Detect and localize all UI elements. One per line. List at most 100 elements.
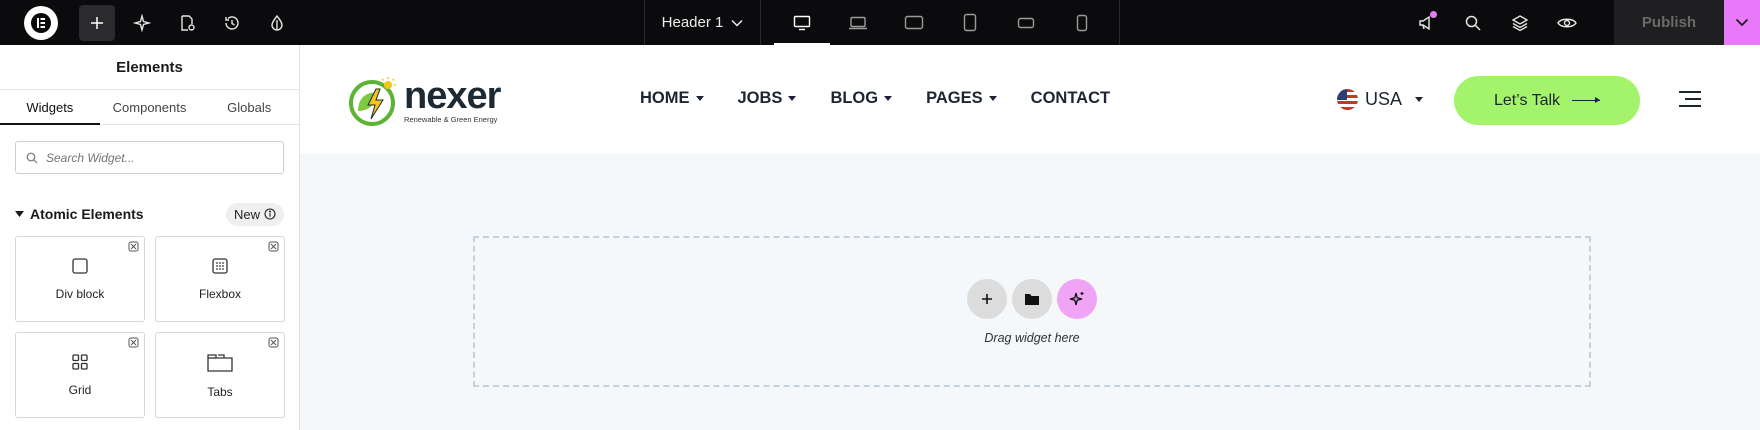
sparkle-icon xyxy=(1069,291,1084,305)
search-icon[interactable] xyxy=(1455,5,1491,41)
caret-down-icon xyxy=(15,211,24,217)
site-nav: HOME JOBS BLOG PAGES CONTACT xyxy=(640,89,1144,108)
notification-dot xyxy=(1430,10,1437,18)
square-icon xyxy=(72,258,88,274)
tabs-icon xyxy=(207,354,233,372)
grid-icon xyxy=(72,354,88,370)
tab-widgets[interactable]: Widgets xyxy=(0,90,100,125)
caret-down-icon xyxy=(884,96,893,101)
pro-lock-icon xyxy=(128,337,139,348)
search-icon xyxy=(26,152,38,163)
site-header[interactable]: nexer Renewable & Green Energy HOME JOBS… xyxy=(300,45,1760,154)
device-switcher xyxy=(760,0,1120,45)
section-title: Atomic Elements xyxy=(15,206,144,222)
atomic-elements-header[interactable]: Atomic Elements New xyxy=(15,202,284,226)
editor-canvas: nexer Renewable & Green Energy HOME JOBS… xyxy=(300,45,1760,430)
new-badge: New xyxy=(225,202,284,226)
arrow-right-icon xyxy=(1572,97,1601,103)
top-bar-left xyxy=(0,4,295,41)
widget-label: Div block xyxy=(55,287,105,301)
device-tablet-landscape-icon[interactable] xyxy=(886,0,942,45)
publish-options-button[interactable] xyxy=(1724,0,1760,45)
nav-label: JOBS xyxy=(737,89,783,107)
plus-icon xyxy=(982,293,992,304)
widget-label: Flexbox xyxy=(198,287,242,301)
section-title-text: Atomic Elements xyxy=(30,206,144,222)
brand-text: nexer Renewable & Green Energy xyxy=(404,74,501,124)
language-selector[interactable]: USA xyxy=(1337,89,1424,110)
leaf-bolt-logo-icon xyxy=(349,77,396,126)
widget-label: Grid xyxy=(68,383,92,397)
widget-grid-item[interactable]: Grid xyxy=(15,332,145,418)
widget-search xyxy=(15,141,284,174)
lets-talk-button[interactable]: Let’s Talk xyxy=(1454,76,1640,125)
caret-down-icon xyxy=(988,96,997,101)
plus-icon[interactable] xyxy=(79,4,115,41)
device-mobile-portrait-icon[interactable] xyxy=(1054,0,1110,45)
nav-label: PAGES xyxy=(926,89,983,107)
tab-globals[interactable]: Globals xyxy=(199,90,299,124)
editor-app: Header 1 Publish Elements Widgets Compon… xyxy=(0,0,1760,430)
structure-icon[interactable] xyxy=(1502,5,1538,41)
page-settings-icon[interactable] xyxy=(169,5,205,41)
nav-label: CONTACT xyxy=(1030,89,1111,107)
chevron-down-icon xyxy=(1735,18,1749,27)
flexbox-icon xyxy=(212,258,228,274)
preview-icon[interactable] xyxy=(1549,5,1585,41)
widget-div-block[interactable]: Div block xyxy=(15,236,145,322)
elementor-logo-icon[interactable] xyxy=(24,5,58,40)
caret-down-icon xyxy=(695,96,704,101)
folder-icon xyxy=(1025,293,1039,305)
info-icon xyxy=(264,208,276,220)
brand-name: nexer xyxy=(404,74,501,117)
nav-item-contact[interactable]: CONTACT xyxy=(1031,89,1110,108)
device-desktop-icon[interactable] xyxy=(774,0,830,45)
menu-icon[interactable] xyxy=(1679,91,1701,107)
document-name: Header 1 xyxy=(661,14,724,31)
widget-grid: Div block Flexbox Grid Tabs xyxy=(15,236,285,418)
widget-label: Tabs xyxy=(207,385,233,399)
device-laptop-icon[interactable] xyxy=(830,0,886,45)
site-logo[interactable]: nexer Renewable & Green Energy xyxy=(348,74,501,127)
widget-flexbox[interactable]: Flexbox xyxy=(155,236,285,322)
nav-item-pages[interactable]: PAGES xyxy=(926,89,997,108)
pro-lock-icon xyxy=(268,337,279,348)
pro-lock-icon xyxy=(128,241,139,252)
sparkle-icon[interactable] xyxy=(124,5,160,41)
caret-down-icon xyxy=(788,96,797,101)
caret-down-icon xyxy=(1415,97,1424,102)
nav-item-home[interactable]: HOME xyxy=(640,89,704,108)
panel-tabs: Widgets Components Globals xyxy=(0,90,299,125)
empty-section-dropzone[interactable]: Drag widget here xyxy=(473,236,1591,387)
announcements-icon[interactable] xyxy=(1408,5,1444,41)
search-input[interactable] xyxy=(46,150,276,165)
add-template-button[interactable] xyxy=(1012,278,1052,319)
publish-button[interactable]: Publish xyxy=(1614,0,1724,45)
nav-label: BLOG xyxy=(830,89,879,107)
history-icon[interactable] xyxy=(214,5,250,41)
elements-panel: Elements Widgets Components Globals Atom… xyxy=(0,45,300,430)
device-tablet-portrait-icon[interactable] xyxy=(942,0,998,45)
panel-title: Elements xyxy=(0,45,299,90)
dropzone-actions xyxy=(967,278,1097,319)
top-bar-right: Publish xyxy=(1408,0,1760,45)
top-bar: Header 1 Publish xyxy=(0,0,1760,45)
chevron-down-icon xyxy=(731,19,743,27)
add-section-button[interactable] xyxy=(967,278,1007,319)
tab-components[interactable]: Components xyxy=(100,90,200,124)
nav-item-jobs[interactable]: JOBS xyxy=(738,89,797,108)
document-selector[interactable]: Header 1 xyxy=(644,0,760,45)
pro-lock-icon xyxy=(268,241,279,252)
nav-item-blog[interactable]: BLOG xyxy=(830,89,893,108)
widget-tabs[interactable]: Tabs xyxy=(155,332,285,418)
drop-hint: Drag widget here xyxy=(984,330,1080,345)
nav-label: HOME xyxy=(640,89,690,107)
us-flag-icon xyxy=(1337,89,1358,110)
new-badge-text: New xyxy=(233,206,260,222)
device-mobile-landscape-icon[interactable] xyxy=(998,0,1054,45)
ai-generate-button[interactable] xyxy=(1057,278,1097,319)
brand-tagline: Renewable & Green Energy xyxy=(404,114,498,124)
language-label: USA xyxy=(1365,89,1403,109)
cta-label: Let’s Talk xyxy=(1493,91,1561,109)
theme-style-icon[interactable] xyxy=(259,5,295,41)
